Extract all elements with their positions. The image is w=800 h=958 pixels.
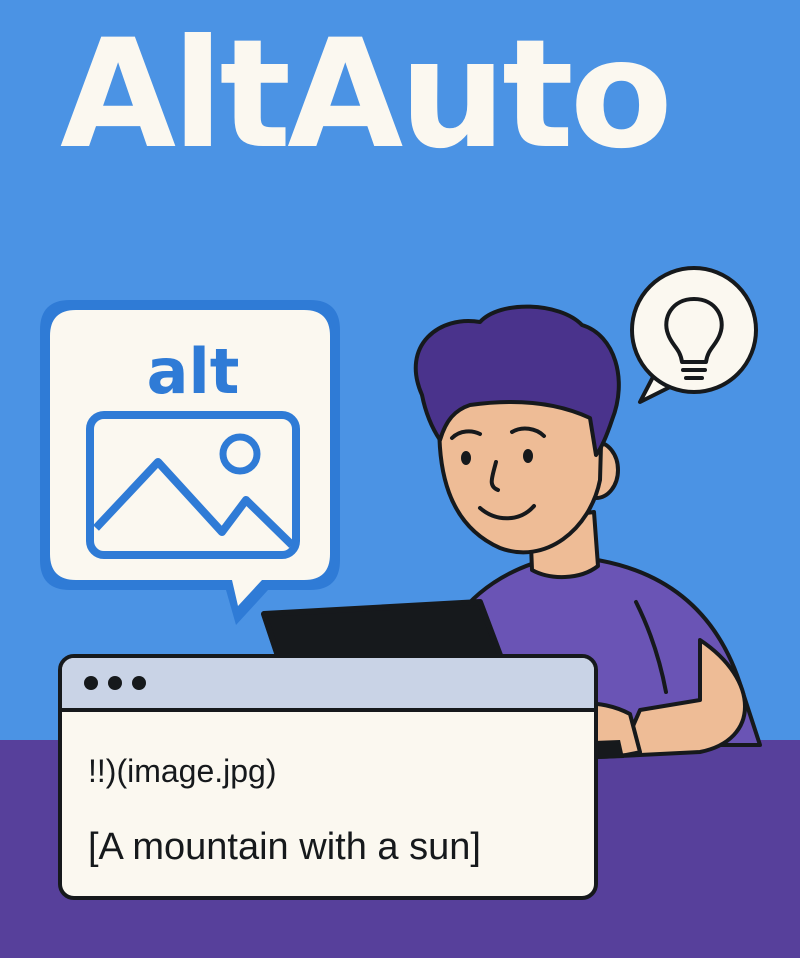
alt-text-caption: [A mountain with a sun] (88, 826, 481, 868)
browser-titlebar (62, 658, 594, 712)
idea-bubble (630, 266, 758, 404)
alt-bubble: alt (40, 300, 340, 625)
alt-label: alt (147, 335, 240, 408)
browser-window: !!)(image.jpg) [A mountain with a sun] (58, 654, 598, 900)
window-dot (132, 676, 146, 690)
window-dot (108, 676, 122, 690)
window-dot (84, 676, 98, 690)
image-markdown-line: !!)(image.jpg) (88, 753, 277, 789)
